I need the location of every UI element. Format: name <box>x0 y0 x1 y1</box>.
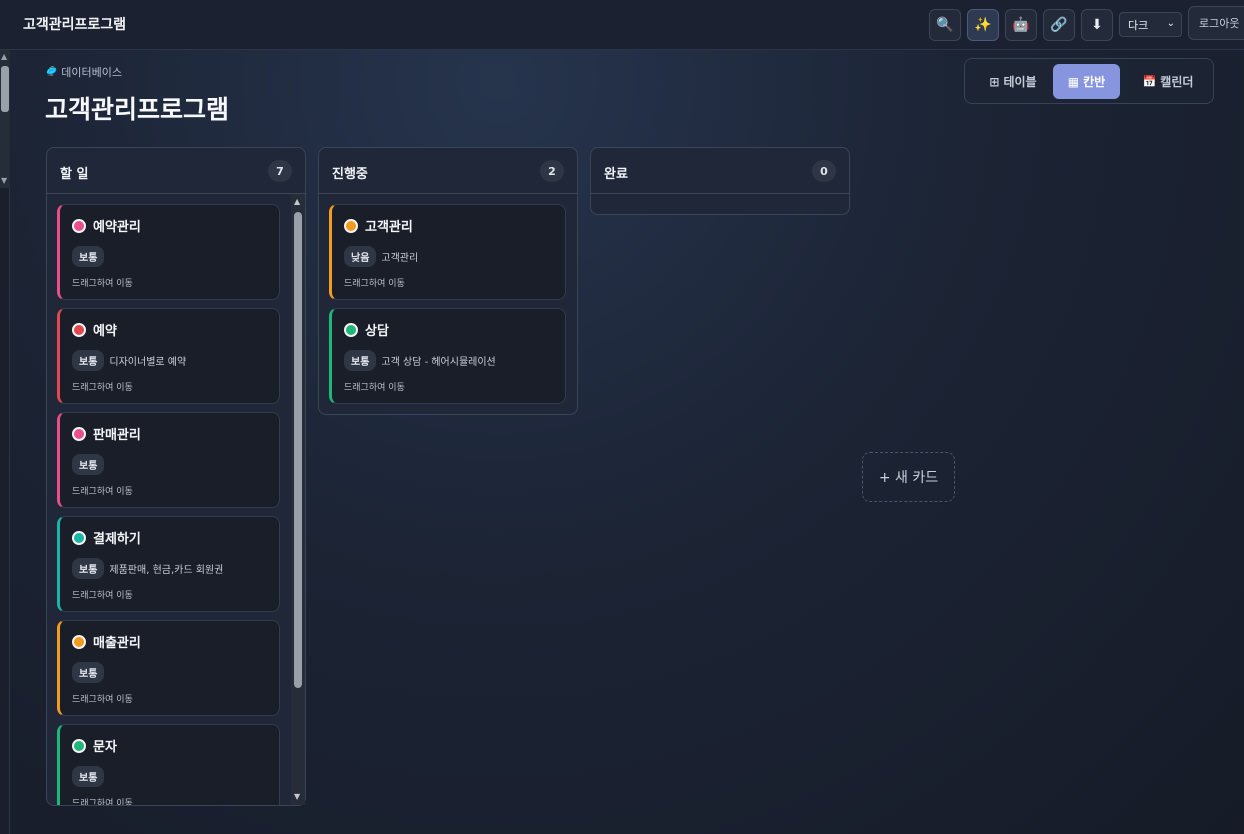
card-title: 예약관리 <box>93 220 141 235</box>
theme-select-value: 다크 <box>1128 18 1149 32</box>
column-header: 완료 0 <box>591 148 849 194</box>
column-count-badge: 2 <box>540 160 564 182</box>
view-switcher: ⊞ 테이블 ▦ 칸반 📅 캘린더 <box>964 58 1214 104</box>
column-title: 진행중 <box>332 167 368 182</box>
priority-badge: 낮음 <box>344 246 377 267</box>
status-dot-icon <box>72 322 86 337</box>
link-button[interactable]: 🔗 <box>1043 9 1075 41</box>
kanban-card[interactable]: 예약관리 보통 드래그하여 이동 <box>57 204 280 300</box>
column-body: 고객관리 낮음 고객관리 드래그하여 이동 상담 보통 고객 상담 - 헤어시뮬레이… <box>319 194 577 414</box>
kanban-card[interactable]: 예약 보통 디자이너별로 예약 드래그하여 이동 <box>57 308 280 404</box>
sparkle-icon: ✨ <box>974 17 992 33</box>
app-title: 고객관리프로그램 <box>23 17 127 33</box>
scroll-down-arrow-icon[interactable]: ▼ <box>294 792 300 801</box>
kanban-column-in-progress: 진행중 2 고객관리 낮음 고객관리 드래그하여 이동 상담 보통 고객 상담 - … <box>318 147 578 415</box>
kanban-column-done: 완료 0 <box>590 147 850 215</box>
status-dot-icon <box>344 218 358 233</box>
kanban-card[interactable]: 매출관리 보통 드래그하여 이동 <box>57 620 280 716</box>
search-icon: 🔍 <box>936 17 954 33</box>
priority-badge: 보통 <box>72 246 105 267</box>
card-title: 고객관리 <box>365 220 413 235</box>
chevron-down-icon: ⌄ <box>1166 18 1175 29</box>
card-title: 판매관리 <box>93 428 141 443</box>
kanban-card[interactable]: 고객관리 낮음 고객관리 드래그하여 이동 <box>329 204 566 300</box>
card-title: 예약 <box>93 324 117 339</box>
column-body <box>591 194 849 214</box>
download-icon: ⬇ <box>1091 17 1103 33</box>
scroll-up-arrow-icon[interactable]: ▲ <box>1 52 7 61</box>
top-bar: 고객관리프로그램 🔍 ✨ 🤖 🔗 ⬇ 다크 ⌄ 로그아웃 <box>0 0 1244 50</box>
column-header: 진행중 2 <box>319 148 577 194</box>
breadcrumb-label: 데이터베이스 <box>61 66 122 79</box>
priority-badge: 보통 <box>72 766 105 787</box>
database-icon: 🥏 <box>46 67 58 77</box>
page-title: 고객관리프로그램 <box>45 95 230 124</box>
drag-hint: 드래그하여 이동 <box>344 383 405 393</box>
column-title: 완료 <box>604 167 628 182</box>
drag-hint: 드래그하여 이동 <box>72 799 133 805</box>
ai-sparkle-button[interactable]: ✨ <box>967 9 999 41</box>
drag-hint: 드래그하여 이동 <box>72 695 133 705</box>
kanban-icon: ▦ <box>1067 74 1080 89</box>
download-button[interactable]: ⬇ <box>1081 9 1113 41</box>
card-description: 고객 상담 - 헤어시뮬레이션 <box>381 357 496 368</box>
status-dot-icon <box>72 738 86 753</box>
kanban-card[interactable]: 판매관리 보통 드래그하여 이동 <box>57 412 280 508</box>
kanban-card[interactable]: 문자 보통 드래그하여 이동 <box>57 724 280 805</box>
priority-badge: 보통 <box>72 662 105 683</box>
tab-kanban[interactable]: ▦ 칸반 <box>1053 64 1120 99</box>
drag-hint: 드래그하여 이동 <box>72 487 133 497</box>
card-title: 매출관리 <box>93 636 141 651</box>
priority-badge: 보통 <box>344 350 377 371</box>
drag-hint: 드래그하여 이동 <box>344 279 405 289</box>
card-title: 결제하기 <box>93 532 141 547</box>
status-dot-icon <box>72 530 86 545</box>
card-description: 제품판매, 현금,카드 회원권 <box>109 565 224 576</box>
card-description: 디자이너별로 예약 <box>109 357 187 368</box>
status-dot-icon <box>72 426 86 441</box>
logout-button[interactable]: 로그아웃 <box>1188 6 1244 40</box>
priority-badge: 보통 <box>72 558 105 579</box>
drag-hint: 드래그하여 이동 <box>72 591 133 601</box>
drag-hint: 드래그하여 이동 <box>72 279 133 289</box>
tab-label: 칸반 <box>1083 75 1106 89</box>
column-count-badge: 0 <box>812 160 836 182</box>
tab-table[interactable]: ⊞ 테이블 <box>973 64 1053 99</box>
card-title: 문자 <box>93 740 117 755</box>
kanban-card[interactable]: 결제하기 보통 제품판매, 현금,카드 회원권 드래그하여 이동 <box>57 516 280 612</box>
tab-calendar[interactable]: 📅 캘린더 <box>1128 64 1208 99</box>
kanban-card[interactable]: 상담 보통 고객 상담 - 헤어시뮬레이션 드래그하여 이동 <box>329 308 566 404</box>
breadcrumb[interactable]: 🥏 데이터베이스 <box>46 64 122 80</box>
column-scrollbar[interactable]: ▲ ▼ <box>291 194 305 805</box>
search-button[interactable]: 🔍 <box>929 9 961 41</box>
column-title: 할 일 <box>60 167 89 182</box>
priority-badge: 보통 <box>72 350 105 371</box>
status-dot-icon <box>72 218 86 233</box>
tab-label: 테이블 <box>1003 75 1037 89</box>
link-icon: 🔗 <box>1050 17 1068 33</box>
scroll-down-arrow-icon[interactable]: ▼ <box>1 176 7 185</box>
status-dot-icon <box>344 322 358 337</box>
tab-label: 캘린더 <box>1160 75 1194 89</box>
card-description: 고객관리 <box>381 253 419 264</box>
robot-icon: 🤖 <box>1012 17 1030 33</box>
drag-hint: 드래그하여 이동 <box>72 383 133 393</box>
table-icon: ⊞ <box>989 74 1000 89</box>
calendar-icon: 📅 <box>1142 75 1157 88</box>
left-scrollbar-thumb[interactable] <box>1 66 9 112</box>
kanban-column-todo: 할 일 7 예약관리 보통 드래그하여 이동 예약 보통 디자이너별로 예약 드래… <box>46 147 306 806</box>
scroll-up-arrow-icon[interactable]: ▲ <box>294 197 300 206</box>
robot-button[interactable]: 🤖 <box>1005 9 1037 41</box>
status-dot-icon <box>72 634 86 649</box>
priority-badge: 보통 <box>72 454 105 475</box>
column-scrollbar-thumb[interactable] <box>294 212 302 688</box>
column-body: 예약관리 보통 드래그하여 이동 예약 보통 디자이너별로 예약 드래그하여 이동… <box>47 194 305 805</box>
column-header: 할 일 7 <box>47 148 305 194</box>
card-title: 상담 <box>365 324 389 339</box>
new-card-button[interactable]: + 새 카드 <box>862 452 955 502</box>
theme-select[interactable]: 다크 ⌄ <box>1119 12 1182 37</box>
column-count-badge: 7 <box>268 160 292 182</box>
